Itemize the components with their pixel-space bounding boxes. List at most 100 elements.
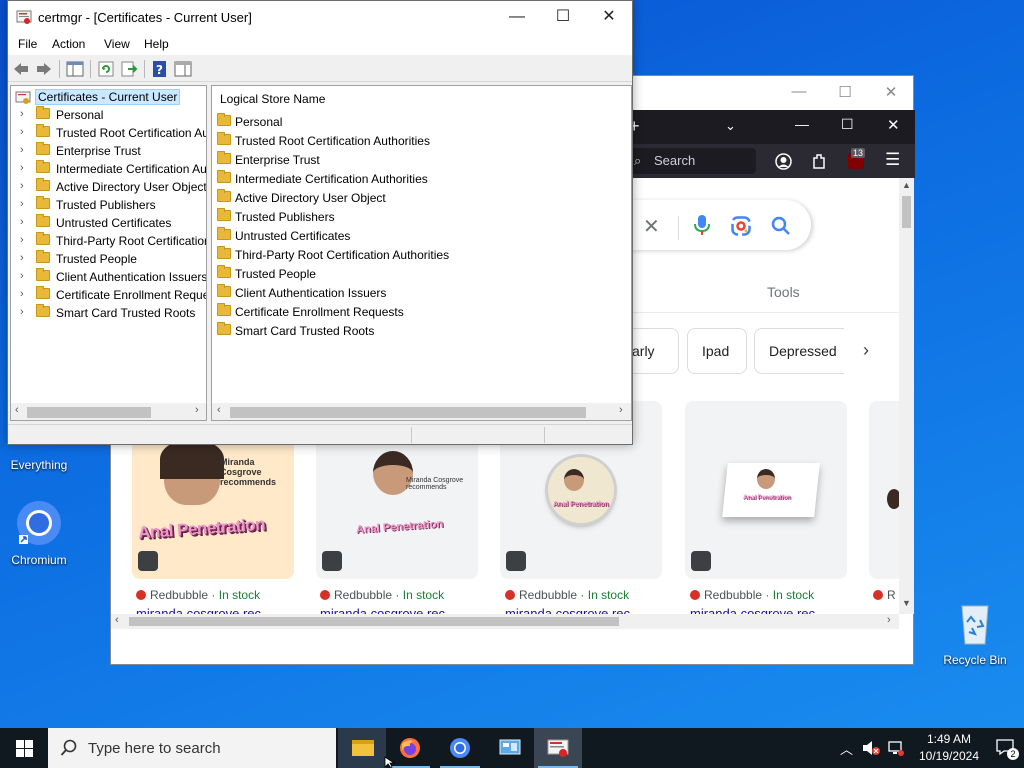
chevron-right-icon[interactable]: ›: [20, 108, 24, 120]
search-icon: [60, 739, 77, 756]
search-icon[interactable]: [771, 216, 791, 236]
folder-icon: [217, 132, 231, 145]
close-button[interactable]: ✕: [586, 1, 632, 33]
button-badge-image: [548, 457, 614, 523]
menu-help[interactable]: Help: [144, 37, 169, 51]
minimize-icon[interactable]: —: [789, 83, 809, 100]
help-icon[interactable]: ?: [151, 60, 169, 78]
horizontal-scrollbar[interactable]: ‹ ›: [111, 614, 899, 629]
title-bar[interactable]: certmgr - [Certificates - Current User] …: [8, 1, 632, 33]
browser-search-box[interactable]: ⌕ Search: [626, 148, 756, 174]
taskbar-chromium[interactable]: [436, 728, 484, 768]
image-result-card[interactable]: Anal Penetration: [685, 401, 847, 579]
menu-view[interactable]: View: [104, 37, 130, 51]
svg-text:?: ?: [156, 63, 163, 77]
taskbar-certmgr[interactable]: [534, 728, 582, 768]
filter-chip[interactable]: Depressed: [754, 328, 844, 374]
result-title[interactable]: miranda cosgrove rec: [320, 606, 445, 614]
clock-date[interactable]: 10/19/2024: [909, 749, 989, 763]
show-hide-console-tree-icon[interactable]: [66, 60, 84, 78]
extension-badge: 13: [851, 148, 866, 158]
show-hide-action-pane-icon[interactable]: [174, 60, 192, 78]
maximize-button[interactable]: ☐: [540, 1, 586, 33]
person-figure: [757, 469, 775, 489]
forward-icon[interactable]: [35, 60, 53, 78]
refresh-icon[interactable]: [97, 60, 115, 78]
maximize-icon[interactable]: ☐: [841, 116, 854, 133]
volume-muted-icon[interactable]: [862, 740, 880, 756]
close-icon[interactable]: ✕: [887, 116, 900, 134]
filter-chip[interactable]: Ipad: [687, 328, 747, 374]
chevron-right-icon[interactable]: ›: [20, 126, 24, 138]
result-source[interactable]: Redbubble · In stock: [320, 588, 444, 602]
maximize-icon[interactable]: ☐: [835, 83, 855, 101]
folder-icon: [36, 106, 50, 119]
menu-action[interactable]: Action: [52, 37, 85, 51]
image-result-card[interactable]: [869, 401, 899, 579]
close-icon[interactable]: ✕: [881, 83, 901, 101]
scroll-left-icon[interactable]: ‹: [15, 404, 19, 416]
scroll-thumb[interactable]: [129, 617, 619, 626]
scroll-left-icon[interactable]: ‹: [217, 404, 221, 416]
folder-icon: [217, 151, 231, 164]
chevron-right-icon[interactable]: ›: [20, 234, 24, 246]
folder-icon: [36, 178, 50, 191]
result-source[interactable]: Redbubble · In stock: [690, 588, 814, 602]
chevron-right-icon[interactable]: ›: [20, 180, 24, 192]
chevron-right-icon[interactable]: ›: [20, 288, 24, 300]
chevron-right-icon[interactable]: ›: [20, 162, 24, 174]
chevron-right-icon[interactable]: ›: [863, 340, 869, 361]
scroll-thumb[interactable]: [230, 407, 586, 418]
show-hidden-icons-chevron-icon[interactable]: ︿: [840, 739, 853, 758]
details-horizontal-scrollbar[interactable]: ‹ ›: [212, 403, 631, 420]
minimize-button[interactable]: —: [494, 1, 540, 33]
desktop-icon-chromium[interactable]: Chromium: [3, 500, 75, 567]
clear-icon[interactable]: ✕: [643, 214, 660, 239]
tab-list-icon[interactable]: ⌄: [725, 118, 736, 134]
clock-time[interactable]: 1:49 AM: [916, 732, 982, 746]
minimize-icon[interactable]: —: [795, 116, 809, 132]
chevron-right-icon[interactable]: ›: [20, 270, 24, 282]
result-title[interactable]: miranda cosgrove rec: [505, 606, 630, 614]
tree-horizontal-scrollbar[interactable]: ‹ ›: [11, 403, 206, 420]
lens-icon[interactable]: [731, 216, 751, 236]
export-list-icon[interactable]: [120, 60, 138, 78]
chevron-right-icon[interactable]: ›: [20, 216, 24, 228]
result-banner-text: Anal Penetration: [553, 501, 609, 508]
tools-button[interactable]: Tools: [767, 284, 800, 300]
back-icon[interactable]: [12, 60, 30, 78]
folder-icon: [36, 214, 50, 227]
network-icon[interactable]: [888, 740, 904, 756]
menu-file[interactable]: File: [18, 37, 37, 51]
folder-icon: [217, 322, 231, 335]
result-source[interactable]: Redbubble · In stock: [136, 588, 260, 602]
scroll-thumb[interactable]: [27, 407, 151, 418]
scroll-right-icon[interactable]: ›: [619, 404, 623, 416]
result-source[interactable]: R: [873, 588, 896, 602]
result-title[interactable]: miranda cosgrove rec: [136, 606, 261, 614]
voice-search-icon[interactable]: [694, 214, 710, 236]
tag-icon: [506, 551, 526, 571]
windows-start-icon[interactable]: [16, 740, 33, 757]
taskbar-search-box[interactable]: Type here to search: [48, 728, 336, 768]
chevron-right-icon[interactable]: ›: [20, 306, 24, 318]
taskbar-file-explorer[interactable]: [338, 728, 386, 768]
extensions-icon[interactable]: [811, 152, 827, 170]
chevron-right-icon[interactable]: ›: [20, 252, 24, 264]
chevron-right-icon[interactable]: ›: [20, 144, 24, 156]
column-header-logical-store-name[interactable]: Logical Store Name: [220, 92, 325, 106]
taskbar-search-placeholder: Type here to search: [88, 740, 221, 757]
result-source[interactable]: Redbubble · In stock: [505, 588, 629, 602]
desktop-icon-label: Recycle Bin: [943, 653, 1007, 667]
result-title[interactable]: miranda cosgrove rec: [690, 606, 815, 614]
person-figure: [564, 469, 584, 491]
menu-icon[interactable]: ☰: [885, 150, 900, 170]
scroll-thumb[interactable]: [902, 196, 911, 228]
taskbar-control-panel[interactable]: [486, 728, 534, 768]
scroll-right-icon[interactable]: ›: [195, 404, 199, 416]
folder-icon: [36, 232, 50, 245]
desktop-icon-recycle-bin[interactable]: Recycle Bin: [939, 600, 1011, 667]
account-icon[interactable]: [775, 153, 792, 170]
vertical-scrollbar[interactable]: ▲ ▼: [899, 178, 914, 614]
chevron-right-icon[interactable]: ›: [20, 198, 24, 210]
